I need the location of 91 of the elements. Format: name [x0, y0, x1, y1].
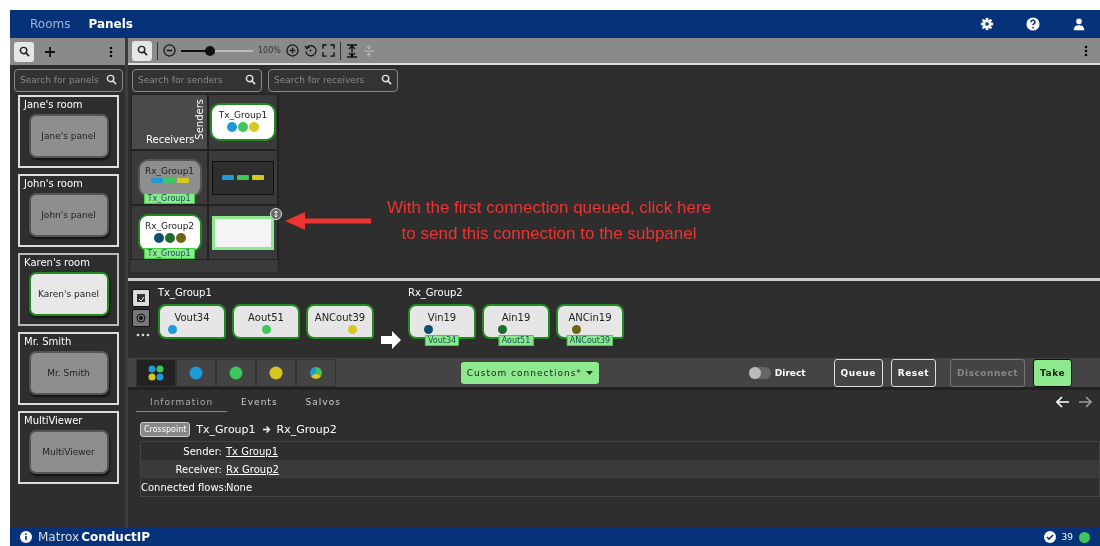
filter-button[interactable] [176, 358, 216, 387]
info-label: Sender: [182, 445, 223, 457]
room-name: Jane's room [24, 99, 84, 110]
panel-button[interactable]: John's panel [28, 193, 109, 237]
group-title: Rx_Group2 [408, 287, 464, 298]
collapse-vertical-icon [362, 43, 375, 58]
crosspoint-badge: Crosspoint [140, 422, 191, 437]
caret-icon [585, 370, 593, 375]
info-tab[interactable]: Events [227, 392, 292, 412]
filter-button[interactable] [216, 358, 256, 387]
flow-card[interactable]: Vout34 [158, 304, 226, 339]
zoom-reading: 100% [258, 46, 281, 55]
search-field[interactable]: Search for panels [14, 68, 123, 92]
status-dot-icon [1079, 531, 1090, 543]
search-field[interactable]: Search for receivers [268, 68, 398, 92]
flow-card[interactable]: Aout51 [232, 304, 300, 339]
info-label: Connected flows: [141, 481, 226, 493]
radio-view-button[interactable] [132, 309, 150, 327]
status-count: 39 [1061, 532, 1073, 542]
check-badge-icon [1043, 531, 1056, 543]
nav-tab[interactable]: Panels [88, 17, 133, 31]
user-icon[interactable] [1072, 17, 1086, 31]
search-icon [18, 46, 30, 57]
search-button[interactable] [14, 41, 34, 62]
radio-icon [136, 313, 146, 323]
info-link[interactable]: Rx Group2 [226, 463, 279, 475]
connection-tag: Aout51 [498, 335, 534, 346]
info-tab[interactable]: Salvos [291, 392, 355, 412]
zoom-in-icon[interactable] [285, 44, 299, 57]
filter-button[interactable] [136, 358, 176, 387]
search-icon [245, 74, 256, 85]
action-button[interactable]: Take [1033, 358, 1072, 387]
direct-toggle[interactable] [748, 366, 771, 379]
filter-button[interactable] [296, 358, 336, 387]
sender-node[interactable]: Tx_Group1 [210, 103, 276, 141]
flow-card[interactable]: ANCout39 [306, 304, 374, 339]
settings-icon[interactable] [980, 17, 994, 31]
panel-button[interactable]: Karen's panel [28, 272, 109, 316]
search-icon [136, 45, 148, 56]
room-name: MultiViewer [24, 415, 84, 426]
crosspoint-cell[interactable] [212, 160, 274, 195]
search-field[interactable]: Search for senders [132, 68, 262, 92]
crosspoint-from: Tx_Group1 [196, 423, 256, 436]
check-square-icon [136, 293, 146, 303]
room-name: Mr. Smith [24, 336, 73, 347]
crosspoint-to: Rx_Group2 [276, 423, 337, 436]
panel-button[interactable]: MultiViewer [28, 430, 109, 474]
more-icon[interactable] [136, 333, 150, 337]
panel-button[interactable]: Mr. Smith [28, 351, 109, 395]
connections-dropdown[interactable]: Custom connections* [460, 361, 599, 384]
back-arrow-icon[interactable] [1056, 396, 1070, 408]
search-icon [106, 74, 117, 85]
info-link[interactable]: Tx Group1 [226, 445, 278, 457]
zoom-thumb[interactable] [204, 45, 215, 56]
senders-label: Senders [194, 99, 205, 140]
brand-name: Matrox [38, 530, 80, 544]
detail-view-button[interactable] [132, 289, 150, 307]
arrow-icon [261, 425, 271, 434]
action-button[interactable]: Queue [833, 358, 883, 387]
toggle-label: Direct [774, 367, 806, 378]
info-label: Receiver: [174, 463, 223, 475]
plus-icon [44, 45, 56, 58]
nav-tab[interactable]: Rooms [30, 17, 71, 31]
connection-tag: ANCout39 [566, 335, 614, 346]
reset-icon[interactable] [303, 44, 317, 57]
receivers-label: Receivers [146, 134, 195, 145]
info-tab[interactable]: Information [136, 392, 228, 412]
room-name: John's room [24, 178, 84, 189]
info-icon [270, 207, 282, 220]
product-name: ConductIP [81, 530, 150, 544]
fullscreen-icon[interactable] [321, 44, 335, 57]
info-value: None [226, 481, 253, 493]
info-icon[interactable] [20, 531, 32, 543]
connection-tag: Tx_Group1 [143, 247, 195, 259]
group-title: Tx_Group1 [158, 287, 213, 298]
forward-arrow-icon[interactable] [1078, 396, 1092, 408]
help-icon[interactable] [1026, 17, 1040, 31]
filter-button[interactable] [256, 358, 296, 387]
annotation-text: With the first connection queued, click here to send this connection to the subpanel [387, 196, 712, 245]
action-button[interactable]: Reset [890, 358, 937, 387]
expand-vertical-icon[interactable] [345, 43, 358, 58]
panel-button[interactable]: Jane's panel [28, 114, 109, 158]
connection-tag: Tx_Group1 [143, 192, 195, 204]
search-button[interactable] [132, 40, 152, 61]
grid-dots-icon [148, 364, 164, 381]
search-icon [381, 74, 392, 85]
pie-icon [310, 366, 322, 379]
connection-tag: Vout34 [424, 335, 460, 346]
room-name: Karen's room [24, 257, 91, 268]
zoom-out-icon[interactable] [163, 44, 176, 57]
arrow-icon [380, 330, 402, 350]
